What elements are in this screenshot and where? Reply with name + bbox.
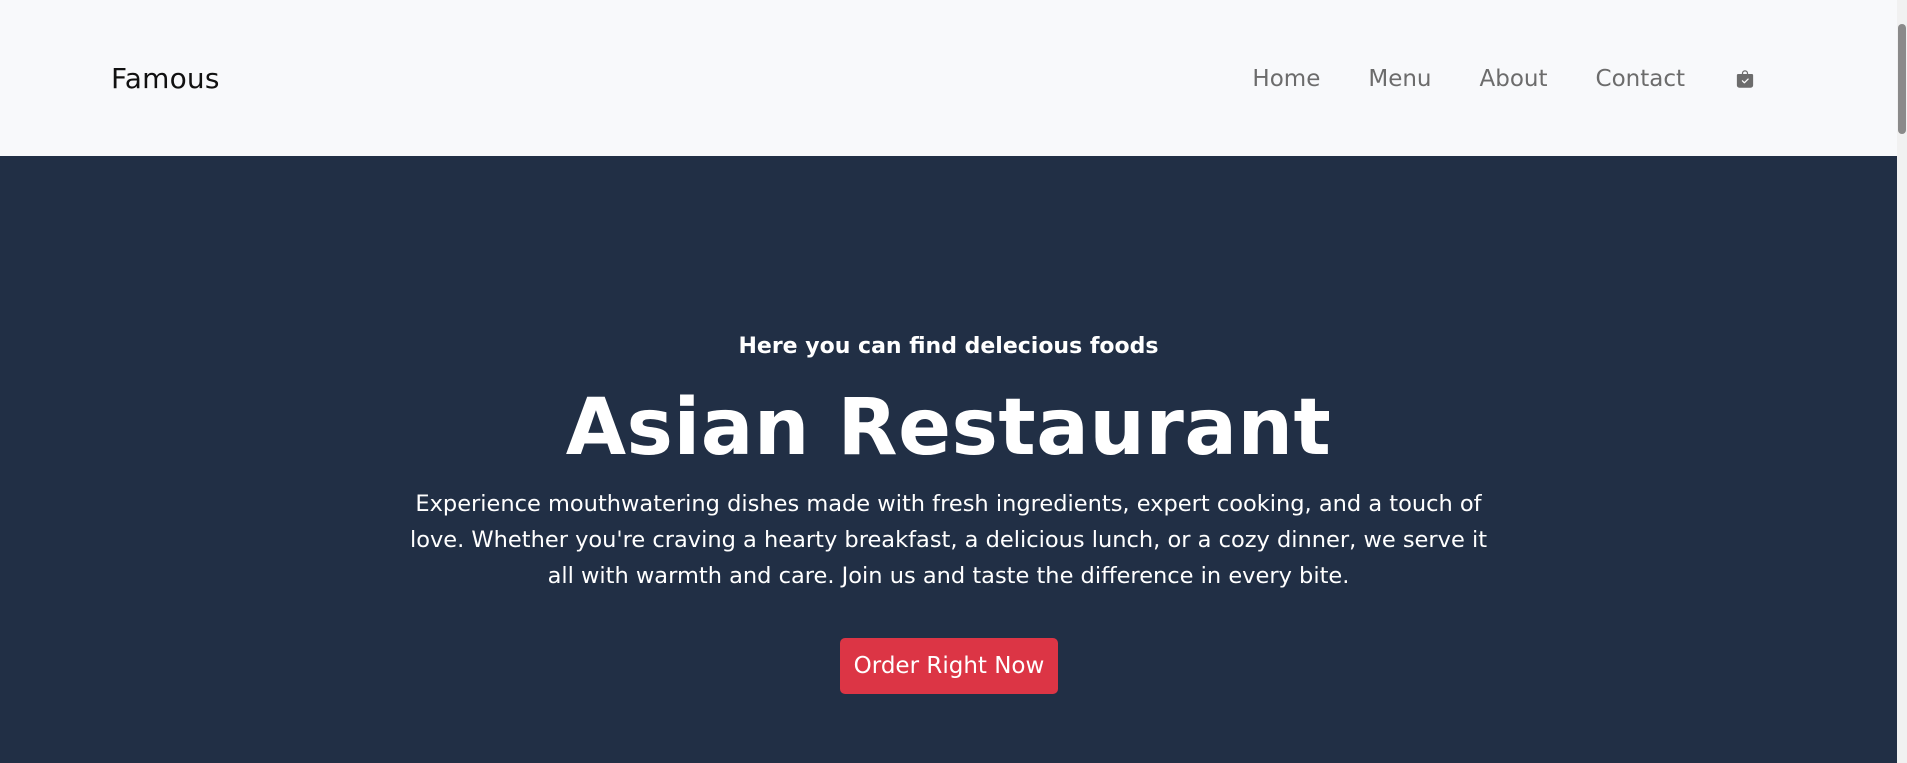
brand-logo[interactable]: Famous — [111, 60, 220, 98]
hero-title: Asian Restaurant — [565, 383, 1332, 473]
page: Famous Home Menu About Contact Here you … — [0, 0, 1897, 763]
nav-link-home[interactable]: Home — [1252, 62, 1320, 96]
nav-link-about[interactable]: About — [1480, 62, 1548, 96]
hero-eyebrow: Here you can find delecious foods — [738, 334, 1159, 359]
browser-viewport: Famous Home Menu About Contact Here you … — [0, 0, 1907, 763]
scrollbar-thumb[interactable] — [1898, 24, 1906, 134]
nav-link-contact[interactable]: Contact — [1596, 62, 1685, 96]
shopping-bag-check-icon[interactable] — [1733, 65, 1757, 93]
hero-section: Here you can find delecious foods Asian … — [0, 156, 1897, 763]
hero-description: Experience mouthwatering dishes made wit… — [409, 491, 1488, 589]
nav-links: Home Menu About Contact — [1252, 62, 1757, 96]
nav-link-menu[interactable]: Menu — [1368, 62, 1431, 96]
navbar: Famous Home Menu About Contact — [0, 0, 1897, 156]
order-now-button[interactable]: Order Right Now — [840, 638, 1058, 694]
vertical-scrollbar[interactable] — [1897, 0, 1907, 763]
